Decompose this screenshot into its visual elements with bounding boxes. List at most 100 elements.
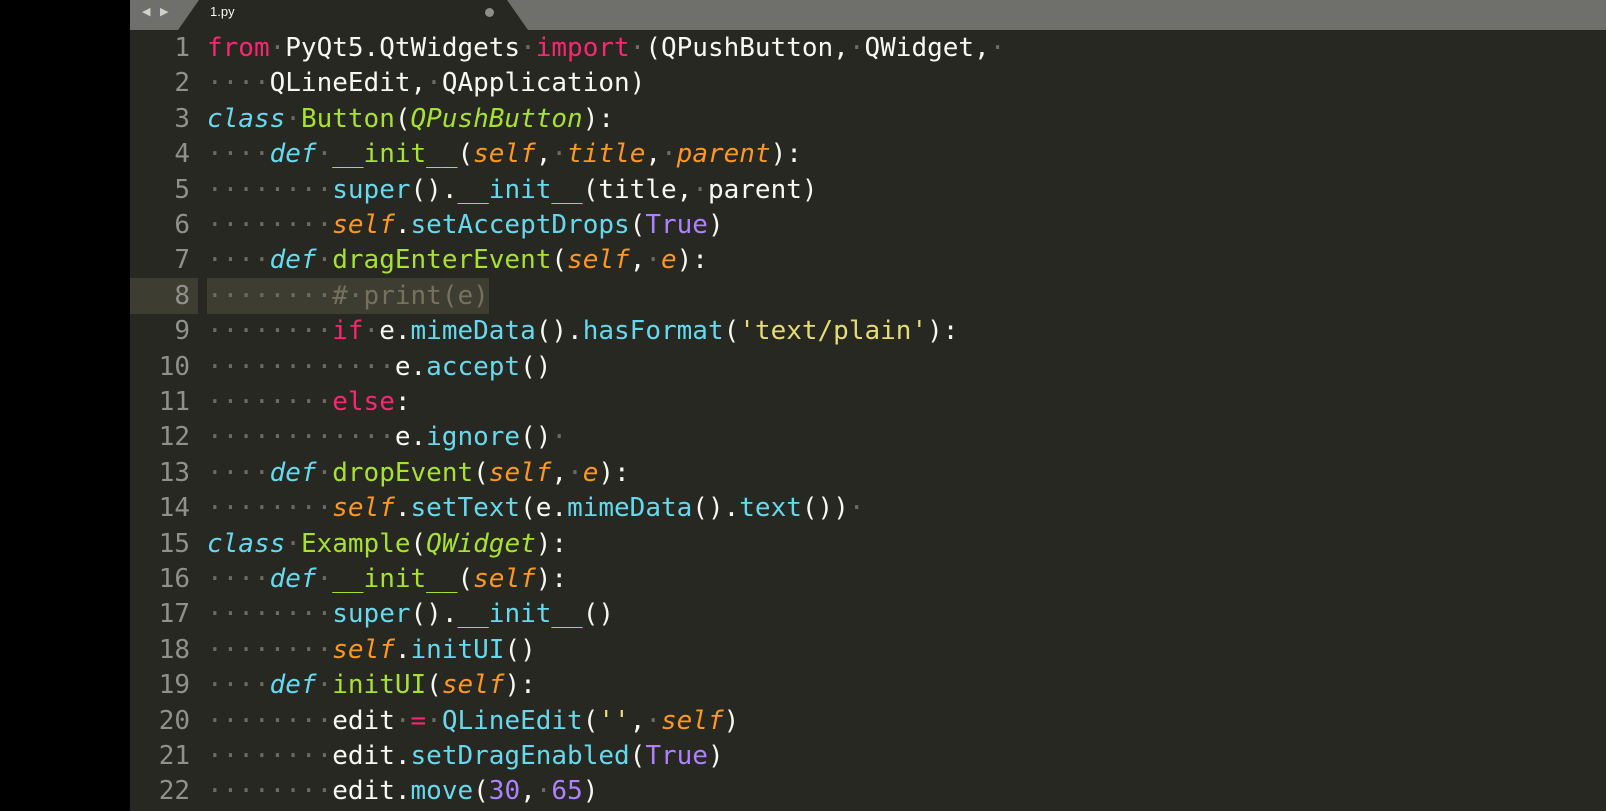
code-line[interactable]: ········edit·=·QLineEdit('',·self) xyxy=(207,703,739,739)
code-token: ( xyxy=(582,705,599,736)
code-token: . xyxy=(394,634,411,665)
code-token: = xyxy=(410,705,427,736)
code-token: def xyxy=(269,670,317,701)
code-token: ( xyxy=(394,103,411,134)
code-token: ········ xyxy=(207,387,333,417)
code-token: · xyxy=(645,705,661,736)
code-line[interactable]: ····def·dropEvent(self,·e): xyxy=(207,455,630,491)
code-line[interactable]: ············e.ignore()· xyxy=(207,419,567,455)
code-token: edit. xyxy=(332,741,411,771)
line-number-gutter: 1 2 3 4 5 6 7 8 9 10 11 12 13 14 15 16 17 18 19 20 21 22 xyxy=(130,30,198,811)
code-token: ········ xyxy=(207,174,333,205)
code-line[interactable]: ····def·__init__(self,·title,·parent): xyxy=(207,136,802,172)
line-number: 15 xyxy=(158,528,190,559)
code-token: text xyxy=(739,493,802,524)
code-token: () xyxy=(504,634,536,665)
code-token: True xyxy=(645,741,708,771)
code-token: ( xyxy=(410,528,427,559)
code-token: ) xyxy=(707,741,724,771)
code-token: def xyxy=(269,245,317,276)
line-number: 7 xyxy=(174,245,190,276)
code-line[interactable]: ············e.accept() xyxy=(207,349,551,385)
code-line[interactable]: ········else: xyxy=(207,384,411,420)
code-line[interactable]: ········self.initUI() xyxy=(207,632,536,668)
code-token: ( xyxy=(629,210,646,240)
code-token: . xyxy=(394,493,411,524)
code-line[interactable]: ········if·e.mimeData().hasFormat('text/… xyxy=(207,313,958,349)
code-token: def xyxy=(269,457,317,488)
code-token: hasFormat xyxy=(582,316,724,347)
code-token: ···· xyxy=(207,68,270,99)
line-number: 16 xyxy=(158,564,190,594)
code-line[interactable]: ········self.setAcceptDrops(True) xyxy=(207,207,724,243)
code-line[interactable]: ········edit.move(30,·65) xyxy=(207,773,598,809)
code-line[interactable]: class·Button(QPushButton): xyxy=(207,101,614,137)
code-token: title xyxy=(567,139,646,170)
code-token: setText xyxy=(410,493,521,524)
code-token: (). xyxy=(535,316,583,347)
code-token: e. xyxy=(394,351,427,382)
line-number: 19 xyxy=(158,670,190,701)
code-token: self xyxy=(488,457,552,488)
line-number: 2 xyxy=(174,68,190,99)
code-line[interactable]: ········self.setText(e.mimeData().text()… xyxy=(207,490,865,526)
code-token: PyQt5.QtWidgets xyxy=(285,33,521,63)
code-area[interactable]: from·PyQt5.QtWidgets·import·(QPushButton… xyxy=(207,30,1606,811)
unsaved-dot-icon[interactable] xyxy=(485,8,494,17)
code-token: class xyxy=(207,103,286,134)
code-token: self xyxy=(661,705,724,736)
code-line[interactable]: ····def·dragEnterEvent(self,·e): xyxy=(207,242,708,278)
code-token: # xyxy=(332,280,348,311)
code-line[interactable]: ········edit.setDragEnabled(True) xyxy=(207,738,724,774)
code-token: · xyxy=(316,564,333,594)
code-line[interactable]: ····QLineEdit,·QApplication) xyxy=(207,65,645,101)
code-token: ···· xyxy=(207,670,270,701)
code-token: · xyxy=(567,457,583,488)
code-token: · xyxy=(989,33,1006,63)
code-token: · xyxy=(316,670,333,701)
line-number: 9 xyxy=(174,316,190,347)
code-line[interactable]: ····def·initUI(self): xyxy=(207,667,536,703)
code-line[interactable]: ····def·__init__(self): xyxy=(207,561,567,597)
code-token: ········ xyxy=(207,493,333,524)
line-number: 20 xyxy=(158,705,190,736)
code-token: dragEnterEvent xyxy=(332,245,552,276)
code-token: ( xyxy=(629,741,646,771)
code-token: ): xyxy=(504,670,536,701)
code-token: ········ xyxy=(207,776,333,807)
code-token: super xyxy=(332,599,411,630)
line-number: 14 xyxy=(158,493,190,524)
code-token: e xyxy=(661,245,677,276)
code-token: , xyxy=(535,139,552,170)
code-token: QPushButton xyxy=(410,103,583,134)
code-token: self xyxy=(332,634,395,665)
code-line[interactable]: ········super().__init__() xyxy=(207,596,614,632)
code-token: initUI xyxy=(332,670,427,701)
code-line[interactable]: from·PyQt5.QtWidgets·import·(QPushButton… xyxy=(207,30,1005,66)
code-token: ) xyxy=(723,705,740,736)
code-token: · xyxy=(394,705,411,736)
code-token: ) xyxy=(707,210,724,240)
line-number: 8 xyxy=(174,280,190,311)
code-line[interactable]: ········#·print(e) xyxy=(207,277,489,314)
code-token: parent xyxy=(676,139,771,170)
code-token: · xyxy=(426,705,442,736)
line-number: 17 xyxy=(158,599,190,630)
code-token: ) xyxy=(582,776,599,807)
code-token: QWidget, xyxy=(864,33,990,63)
code-token: import xyxy=(535,33,630,63)
code-line[interactable]: ········super().__init__(title,·parent) xyxy=(207,172,818,208)
tab-next-icon[interactable]: ▶ xyxy=(160,5,168,18)
tab-prev-icon[interactable]: ◀ xyxy=(142,5,150,18)
code-token: , xyxy=(645,139,662,170)
tab-file[interactable]: 1.py xyxy=(178,0,528,30)
line-number: 6 xyxy=(174,210,190,240)
code-token: ( xyxy=(457,564,474,594)
code-token: ········ xyxy=(207,634,333,665)
code-token: . xyxy=(394,210,411,240)
code-token: self xyxy=(332,210,395,240)
code-token: ········ xyxy=(207,280,333,311)
code-token: () xyxy=(520,422,552,453)
code-line[interactable]: class·Example(QWidget): xyxy=(207,526,567,562)
code-token: · xyxy=(269,33,286,63)
